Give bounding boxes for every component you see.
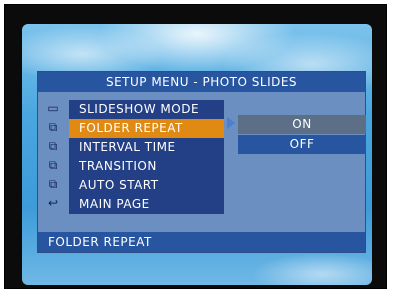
menu-item-interval-time[interactable]: INTERVAL TIME bbox=[69, 138, 224, 157]
setup-menu-panel: SETUP MENU - PHOTO SLIDES ▭ ⧉ ⧉ ⧉ ⧉ ↩ SL… bbox=[37, 71, 366, 253]
setup-menu-list: SLIDESHOW MODE FOLDER REPEAT INTERVAL TI… bbox=[69, 100, 224, 214]
status-bar: FOLDER REPEAT bbox=[38, 232, 365, 252]
menu-item-main-page[interactable]: MAIN PAGE bbox=[69, 195, 224, 214]
tv-screen: SETUP MENU - PHOTO SLIDES ▭ ⧉ ⧉ ⧉ ⧉ ↩ SL… bbox=[22, 24, 372, 285]
transition-icon: ⧉ bbox=[48, 158, 58, 172]
menu-item-folder-repeat[interactable]: FOLDER REPEAT bbox=[69, 119, 224, 138]
menu-item-slideshow-mode[interactable]: SLIDESHOW MODE bbox=[69, 100, 224, 119]
submenu-arrow-icon bbox=[227, 117, 235, 129]
menu-item-transition[interactable]: TRANSITION bbox=[69, 157, 224, 176]
slideshow-icon: ▭ bbox=[47, 101, 59, 115]
option-on[interactable]: ON bbox=[238, 115, 366, 134]
folder-repeat-icon: ⧉ bbox=[48, 120, 58, 134]
return-icon: ↩ bbox=[47, 196, 59, 210]
interval-time-icon: ⧉ bbox=[48, 139, 58, 153]
tv-frame: SETUP MENU - PHOTO SLIDES ▭ ⧉ ⧉ ⧉ ⧉ ↩ SL… bbox=[4, 4, 387, 289]
menu-title: SETUP MENU - PHOTO SLIDES bbox=[38, 72, 365, 92]
auto-start-icon: ⧉ bbox=[48, 177, 58, 191]
menu-item-auto-start[interactable]: AUTO START bbox=[69, 176, 224, 195]
option-off[interactable]: OFF bbox=[238, 135, 366, 154]
